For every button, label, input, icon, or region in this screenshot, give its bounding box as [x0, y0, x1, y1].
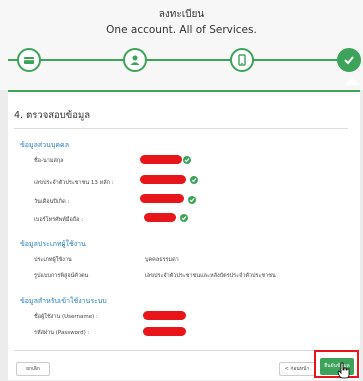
step-4-confirm: [337, 48, 361, 72]
redacted-value: [140, 155, 182, 164]
login-label: รหัสผ่าน (Password) :: [34, 330, 90, 336]
back-button[interactable]: < ก่อนหน้า: [279, 362, 315, 376]
cancel-button[interactable]: ยกเลิก: [16, 362, 50, 376]
redacted-value: [144, 213, 176, 222]
verified-check-icon: [183, 156, 191, 164]
step-pointer: [345, 78, 359, 85]
phone-icon: [238, 54, 246, 66]
step-2-user: [123, 48, 147, 72]
personal-label: เลขประจำตัวประชาชน 13 หลัก :: [34, 180, 114, 186]
personal-label: ชื่อ-นามสกุล: [34, 158, 64, 164]
usertype-label: รูปแบบการพิสูจน์ตัวตน: [34, 273, 89, 279]
page-subtitle: One account. All of Services.: [106, 24, 257, 36]
usertype-value: บุคคลธรรมดา: [145, 257, 179, 263]
divider: [14, 128, 348, 129]
user-icon: [130, 55, 140, 65]
redacted-value: [143, 327, 186, 336]
usertype-heading: ข้อมูลประเภทผู้ใช้งาน: [20, 240, 86, 248]
personal-label: วันเดือนปีเกิด :: [34, 199, 70, 205]
redacted-value: [143, 311, 186, 320]
verified-check-icon: [180, 214, 188, 222]
login-heading: ข้อมูลสำหรับเข้าใช้งานระบบ: [20, 297, 107, 305]
verified-check-icon: [188, 196, 196, 204]
step-1-card: [17, 48, 41, 72]
redacted-value: [140, 194, 184, 203]
usertype-label: ประเภทผู้ใช้งาน: [34, 257, 72, 263]
personal-heading: ข้อมูลส่วนบุคคล: [20, 141, 69, 149]
hand-cursor-icon: [337, 362, 350, 379]
page-title: ลงทะเบียน: [158, 9, 205, 20]
section-title: 4. ตรวจสอบข้อมูล: [14, 110, 91, 121]
login-label: ชื่อผู้ใช้งาน (Username) :: [34, 314, 98, 320]
progress-line: [8, 59, 360, 61]
verified-check-icon: [190, 176, 198, 184]
check-icon: [344, 56, 354, 65]
divider: [14, 350, 348, 351]
personal-label: เบอร์โทรศัพท์มือถือ :: [34, 217, 84, 223]
usertype-value: เลขประจำตัวประชาชนและหลังบัตรประจำตัวประ…: [145, 273, 276, 279]
step-3-phone: [230, 48, 254, 72]
redacted-value: [140, 175, 186, 184]
card-icon: [24, 57, 34, 64]
